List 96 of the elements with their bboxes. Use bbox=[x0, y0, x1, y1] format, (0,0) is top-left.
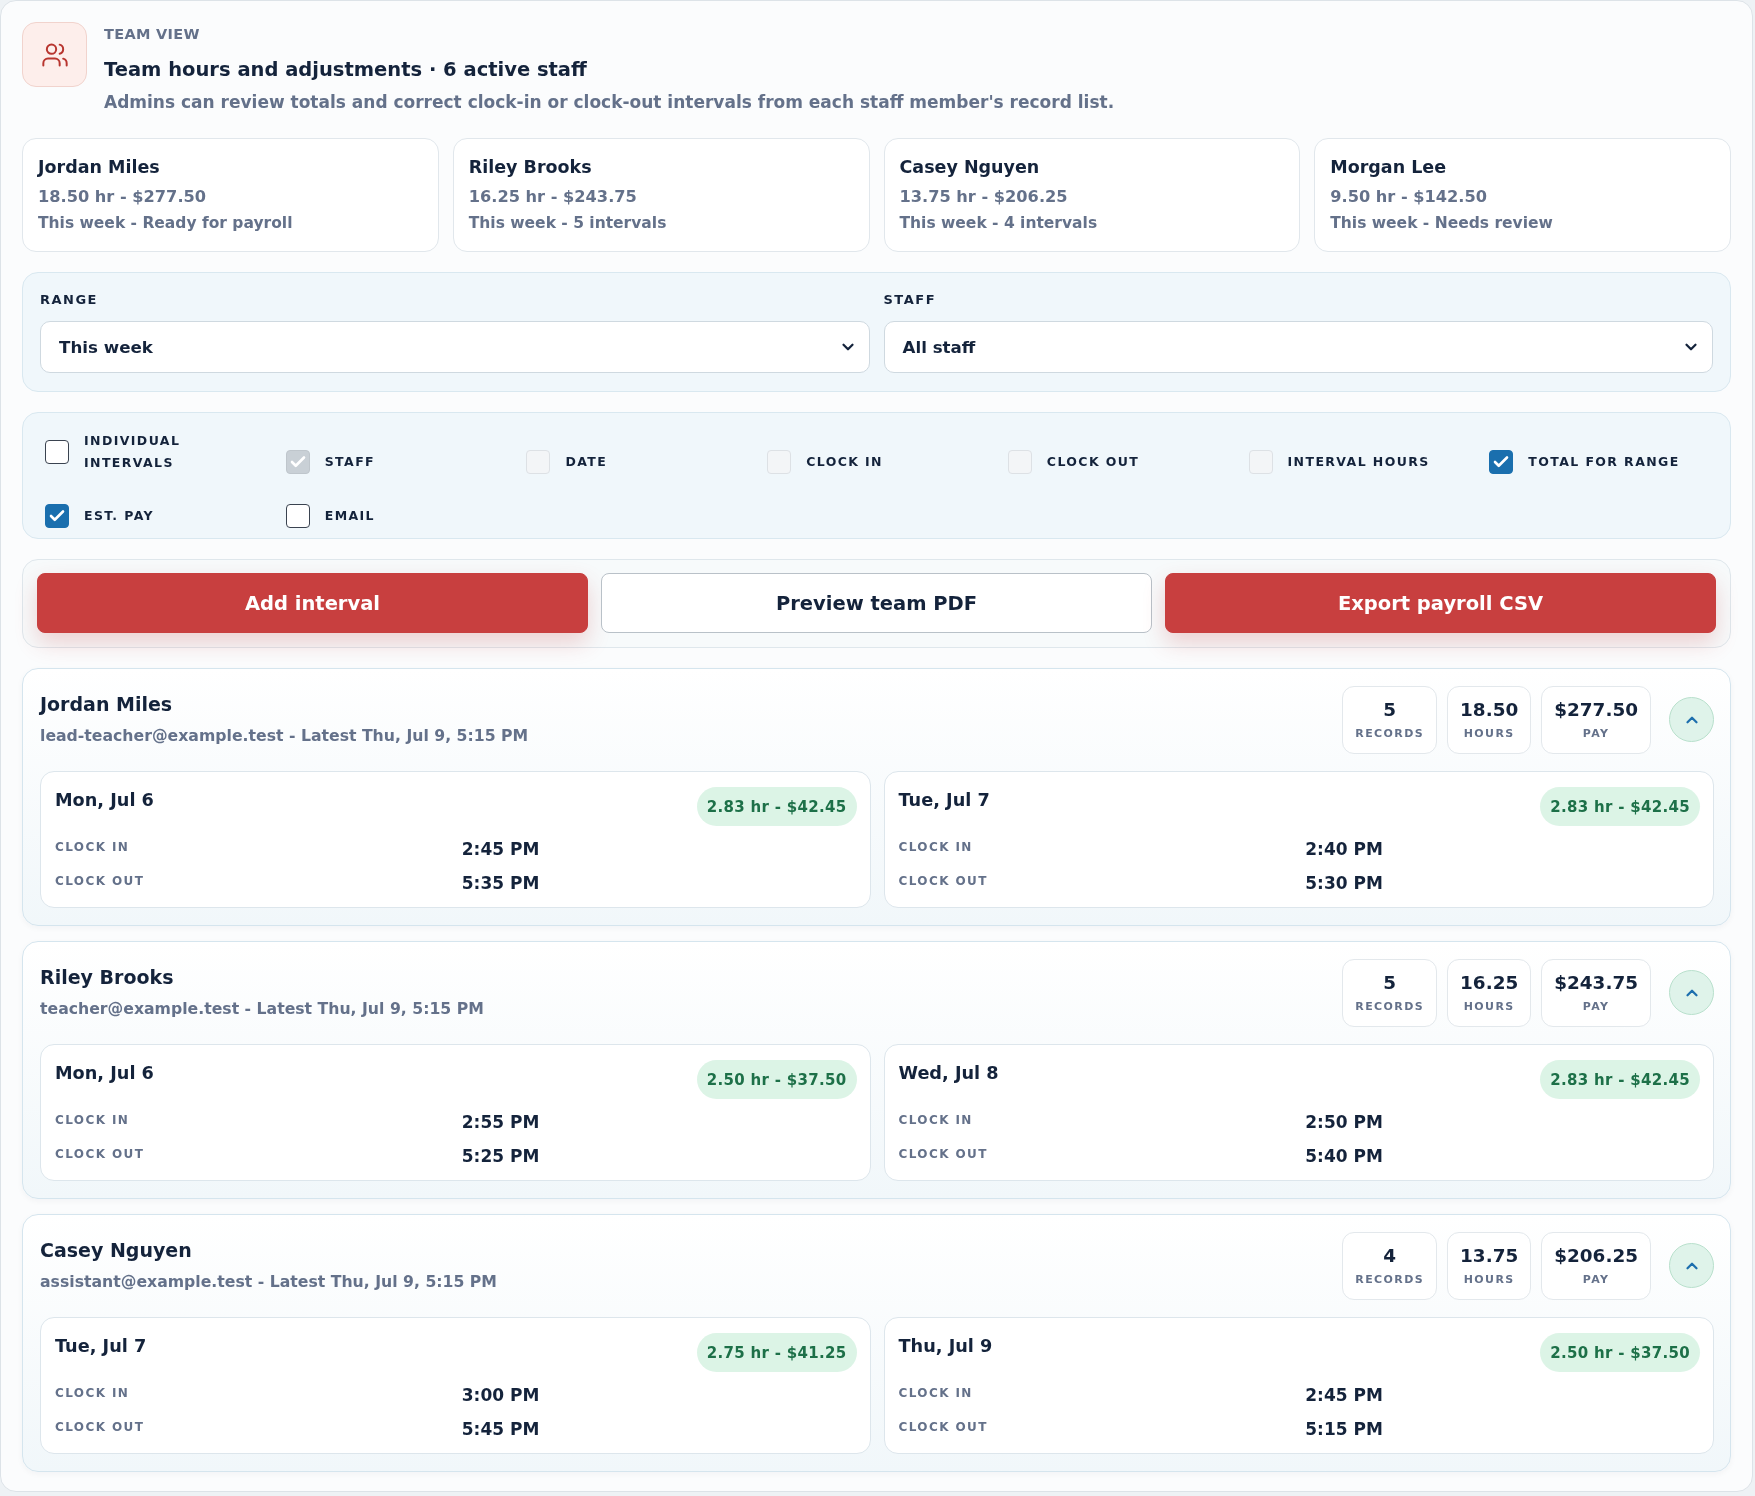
hours-pay-badge: 2.83 hr - $42.45 bbox=[696, 787, 857, 826]
interval-date: Wed, Jul 8 bbox=[898, 1062, 999, 1085]
checkbox-label: EST. PAY bbox=[84, 507, 154, 525]
hours-pay-total: 18.50 hr - $277.50 bbox=[38, 186, 207, 208]
clock-label: CLOCK OUT bbox=[898, 1420, 988, 1434]
stat-value: 18.50 bbox=[1460, 697, 1519, 722]
field-label: STAFF bbox=[883, 291, 937, 309]
hours-pay-badge: 2.83 hr - $42.45 bbox=[1540, 1060, 1700, 1099]
clock-time: 2:45 PM bbox=[461, 837, 540, 859]
checkbox[interactable] bbox=[45, 440, 69, 464]
staff-email-latest: assistant@example.test - Latest Thu, Jul 9, 5:15 PM bbox=[40, 1271, 497, 1293]
checkbox[interactable] bbox=[45, 504, 69, 528]
staff-name: Riley Brooks bbox=[40, 965, 174, 990]
status-text: This week - 4 intervals bbox=[899, 213, 1098, 234]
clock-time: 5:45 PM bbox=[461, 1417, 540, 1439]
checkbox-label: TOTAL FOR RANGE bbox=[1528, 453, 1680, 471]
action-button[interactable]: Preview team PDF bbox=[601, 573, 1152, 633]
checkbox-label: CLOCK OUT bbox=[1046, 453, 1140, 471]
dropdown-field[interactable]: All staff bbox=[883, 321, 1713, 373]
stat-label: PAY bbox=[1582, 1271, 1610, 1288]
stat-label: PAY bbox=[1582, 998, 1610, 1015]
checkbox-label: INDIVIDUAL INTERVALS bbox=[84, 432, 182, 472]
clock-time: 2:45 PM bbox=[1305, 1383, 1383, 1405]
clock-label: CLOCK IN bbox=[55, 840, 130, 854]
checkbox-label: INTERVAL HOURS bbox=[1287, 453, 1430, 471]
stat-label: PAY bbox=[1582, 725, 1610, 742]
checkbox[interactable] bbox=[285, 504, 310, 528]
stat-value: 4 bbox=[1383, 1243, 1397, 1268]
clock-label: CLOCK OUT bbox=[898, 1147, 988, 1161]
interval-date: Mon, Jul 6 bbox=[55, 789, 154, 812]
action-button[interactable]: Add interval bbox=[37, 573, 588, 633]
stat-value: $277.50 bbox=[1554, 697, 1638, 722]
clock-label: CLOCK IN bbox=[55, 1113, 130, 1127]
clock-label: CLOCK IN bbox=[898, 1386, 973, 1400]
page-subtitle: Admins can review totals and correct clock-in or clock-out intervals from each staff member's record list. bbox=[104, 91, 1115, 114]
staff-name: Casey Nguyen bbox=[899, 156, 1040, 179]
stat-label: RECORDS bbox=[1355, 998, 1425, 1015]
stat-value: 5 bbox=[1383, 697, 1397, 722]
clock-label: CLOCK OUT bbox=[55, 1147, 145, 1161]
clock-label: CLOCK OUT bbox=[55, 874, 145, 888]
checkbox-label: STAFF bbox=[324, 453, 375, 471]
checkbox-label: EMAIL bbox=[324, 507, 375, 525]
staff-name: Jordan Miles bbox=[40, 692, 173, 717]
hours-pay-total: 13.75 hr - $206.25 bbox=[899, 186, 1068, 208]
staff-name: Morgan Lee bbox=[1330, 156, 1447, 179]
clock-label: CLOCK OUT bbox=[55, 1420, 145, 1434]
users-icon bbox=[22, 22, 87, 87]
clock-time: 5:15 PM bbox=[1305, 1417, 1383, 1439]
clock-time: 5:35 PM bbox=[461, 871, 540, 893]
stat-label: HOURS bbox=[1463, 725, 1515, 742]
status-text: This week - Needs review bbox=[1330, 213, 1553, 234]
hours-pay-badge: 2.50 hr - $37.50 bbox=[696, 1060, 857, 1099]
dropdown-field[interactable]: This week bbox=[40, 321, 870, 373]
hours-pay-badge: 2.50 hr - $37.50 bbox=[1540, 1333, 1700, 1372]
checkbox-label: CLOCK IN bbox=[806, 453, 883, 471]
interval-date: Tue, Jul 7 bbox=[898, 789, 990, 812]
stat-value: 16.25 bbox=[1460, 970, 1519, 995]
eyebrow-label: TEAM VIEW bbox=[104, 25, 200, 44]
clock-label: CLOCK IN bbox=[898, 840, 973, 854]
staff-name: Casey Nguyen bbox=[40, 1238, 192, 1263]
stat-value: 13.75 bbox=[1460, 1243, 1519, 1268]
interval-date: Thu, Jul 9 bbox=[898, 1335, 993, 1358]
clock-label: CLOCK IN bbox=[898, 1113, 973, 1127]
field-label: RANGE bbox=[40, 291, 98, 309]
clock-time: 2:50 PM bbox=[1305, 1110, 1383, 1132]
staff-name: Jordan Miles bbox=[38, 156, 160, 179]
stat-value: 5 bbox=[1383, 970, 1397, 995]
clock-time: 5:30 PM bbox=[1305, 871, 1383, 893]
stat-value: $243.75 bbox=[1554, 970, 1638, 995]
staff-name: Riley Brooks bbox=[468, 156, 592, 179]
clock-time: 2:40 PM bbox=[1305, 837, 1383, 859]
interval-date: Tue, Jul 7 bbox=[55, 1335, 147, 1358]
checkbox-label: DATE bbox=[565, 453, 608, 471]
staff-email-latest: teacher@example.test - Latest Thu, Jul 9, 5:15 PM bbox=[40, 998, 484, 1020]
status-text: This week - Ready for payroll bbox=[38, 213, 293, 234]
page-title: Team hours and adjustments · 6 active staff bbox=[104, 57, 587, 83]
hours-pay-total: 9.50 hr - $142.50 bbox=[1330, 186, 1488, 208]
status-text: This week - 5 intervals bbox=[468, 213, 667, 234]
clock-label: CLOCK IN bbox=[55, 1386, 130, 1400]
clock-time: 5:40 PM bbox=[1305, 1144, 1383, 1166]
clock-time: 5:25 PM bbox=[461, 1144, 540, 1166]
staff-email-latest: lead-teacher@example.test - Latest Thu, Jul 9, 5:15 PM bbox=[40, 725, 529, 747]
stat-value: $206.25 bbox=[1554, 1243, 1638, 1268]
clock-time: 2:55 PM bbox=[461, 1110, 540, 1132]
clock-time: 3:00 PM bbox=[461, 1383, 540, 1405]
hours-pay-badge: 2.75 hr - $41.25 bbox=[696, 1333, 857, 1372]
stat-label: RECORDS bbox=[1355, 1271, 1425, 1288]
stat-label: HOURS bbox=[1463, 1271, 1515, 1288]
interval-date: Mon, Jul 6 bbox=[55, 1062, 154, 1085]
stat-label: RECORDS bbox=[1355, 725, 1425, 742]
checkbox[interactable] bbox=[1489, 450, 1514, 474]
hours-pay-badge: 2.83 hr - $42.45 bbox=[1540, 787, 1700, 826]
action-button[interactable]: Export payroll CSV bbox=[1165, 573, 1716, 633]
hours-pay-total: 16.25 hr - $243.75 bbox=[468, 186, 637, 208]
stat-label: HOURS bbox=[1463, 998, 1515, 1015]
clock-label: CLOCK OUT bbox=[898, 874, 988, 888]
